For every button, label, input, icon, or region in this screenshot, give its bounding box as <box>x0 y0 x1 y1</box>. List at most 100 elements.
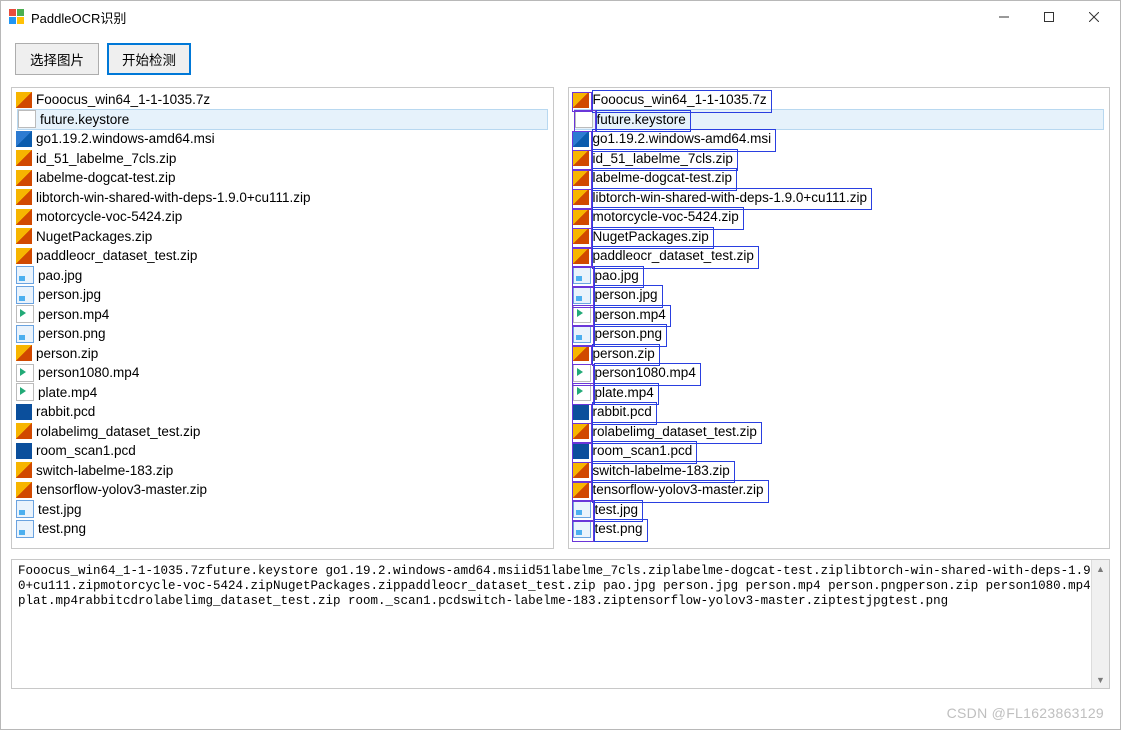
zip-file-icon <box>16 345 32 361</box>
file-row: motorcycle-voc-5424.zip <box>573 207 1106 227</box>
scroll-up-icon[interactable]: ▲ <box>1092 560 1109 577</box>
window-title: PaddleOCR识别 <box>31 8 981 27</box>
scroll-down-icon[interactable]: ▼ <box>1092 671 1109 688</box>
zip-file-icon <box>573 228 589 244</box>
file-name: person.jpg <box>38 285 101 305</box>
file-name: go1.19.2.windows-amd64.msi <box>593 129 772 149</box>
img-file-icon <box>16 500 34 518</box>
file-row: pao.jpg <box>573 266 1106 286</box>
zip-file-icon <box>573 482 589 498</box>
img-file-icon <box>573 286 591 304</box>
file-row: switch-labelme-183.zip <box>16 461 549 481</box>
zip-file-icon <box>16 228 32 244</box>
file-name: paddleocr_dataset_test.zip <box>593 246 754 266</box>
file-row: rolabelimg_dataset_test.zip <box>16 422 549 442</box>
toolbar: 选择图片 开始检测 <box>1 33 1120 87</box>
file-row: rabbit.pcd <box>16 402 549 422</box>
pcd-file-icon <box>573 404 589 420</box>
file-row: go1.19.2.windows-amd64.msi <box>16 129 549 149</box>
file-list: Fooocus_win64_1-1-1035.7zfuture.keystore… <box>12 88 553 541</box>
app-icon <box>9 9 25 25</box>
result-image: Fooocus_win64_1-1-1035.7zfuture.keystore… <box>568 87 1111 549</box>
file-name: go1.19.2.windows-amd64.msi <box>36 129 215 149</box>
zip-file-icon <box>573 248 589 264</box>
titlebar: PaddleOCR识别 <box>1 1 1120 33</box>
select-image-button[interactable]: 选择图片 <box>15 43 99 75</box>
file-row: person.mp4 <box>573 305 1106 325</box>
start-detect-button[interactable]: 开始检测 <box>107 43 191 75</box>
file-row: motorcycle-voc-5424.zip <box>16 207 549 227</box>
pcd-file-icon <box>16 404 32 420</box>
file-name: libtorch-win-shared-with-deps-1.9.0+cu11… <box>593 188 868 208</box>
img-file-icon <box>573 500 591 518</box>
maximize-button[interactable] <box>1026 2 1071 32</box>
file-row: rolabelimg_dataset_test.zip <box>573 422 1106 442</box>
file-name: person.png <box>595 324 663 344</box>
zip-file-icon <box>573 423 589 439</box>
file-row: NugetPackages.zip <box>573 227 1106 247</box>
zip-file-icon <box>573 462 589 478</box>
zip-file-icon <box>16 248 32 264</box>
mp4-file-icon <box>16 364 34 382</box>
file-row: room_scan1.pcd <box>16 441 549 461</box>
zip-file-icon <box>16 150 32 166</box>
file-name: person1080.mp4 <box>595 363 696 383</box>
file-name: labelme-dogcat-test.zip <box>593 168 733 188</box>
file-name: future.keystore <box>40 110 129 130</box>
file-name: person.jpg <box>595 285 658 305</box>
close-button[interactable] <box>1071 2 1116 32</box>
img-file-icon <box>573 266 591 284</box>
file-name: test.jpg <box>38 500 82 520</box>
zip-file-icon <box>573 150 589 166</box>
file-name: person.mp4 <box>595 305 666 325</box>
file-name: switch-labelme-183.zip <box>593 461 730 481</box>
file-row: future.keystore <box>574 109 1105 131</box>
file-row: Fooocus_win64_1-1-1035.7z <box>573 90 1106 110</box>
file-name: person.png <box>38 324 106 344</box>
file-name: motorcycle-voc-5424.zip <box>593 207 739 227</box>
ocr-output-text: Fooocus_win64_1-1-1035.7zfuture.keystore… <box>12 560 1109 613</box>
file-row: NugetPackages.zip <box>16 227 549 247</box>
file-name: pao.jpg <box>38 266 82 286</box>
file-row: paddleocr_dataset_test.zip <box>573 246 1106 266</box>
file-name: pao.jpg <box>595 266 639 286</box>
file-name: paddleocr_dataset_test.zip <box>36 246 197 266</box>
file-row: libtorch-win-shared-with-deps-1.9.0+cu11… <box>573 188 1106 208</box>
file-name: person.zip <box>593 344 655 364</box>
app-window: PaddleOCR识别 选择图片 开始检测 Fooocus_win64_1-1-… <box>0 0 1121 730</box>
zip-file-icon <box>573 189 589 205</box>
file-name: future.keystore <box>597 110 686 130</box>
file-row: test.jpg <box>16 500 549 520</box>
zip-file-icon <box>16 462 32 478</box>
file-row: person.png <box>573 324 1106 344</box>
img-file-icon <box>16 286 34 304</box>
minimize-button[interactable] <box>981 2 1026 32</box>
file-name: test.png <box>38 519 86 539</box>
msi-file-icon <box>573 131 589 147</box>
file-row: future.keystore <box>17 109 548 131</box>
file-name: rabbit.pcd <box>36 402 95 422</box>
file-name: motorcycle-voc-5424.zip <box>36 207 182 227</box>
ocr-output-textbox[interactable]: Fooocus_win64_1-1-1035.7zfuture.keystore… <box>11 559 1110 689</box>
file-name: rolabelimg_dataset_test.zip <box>36 422 200 442</box>
vertical-scrollbar[interactable]: ▲ ▼ <box>1091 560 1109 688</box>
mp4-file-icon <box>16 305 34 323</box>
zip-file-icon <box>16 189 32 205</box>
file-row: labelme-dogcat-test.zip <box>16 168 549 188</box>
zip-file-icon <box>573 209 589 225</box>
file-name: NugetPackages.zip <box>593 227 709 247</box>
file-row: labelme-dogcat-test.zip <box>573 168 1106 188</box>
file-row: plate.mp4 <box>16 383 549 403</box>
mp4-file-icon <box>573 383 591 401</box>
file-row: libtorch-win-shared-with-deps-1.9.0+cu11… <box>16 188 549 208</box>
file-row: id_51_labelme_7cls.zip <box>16 149 549 169</box>
img-file-icon <box>573 325 591 343</box>
img-file-icon <box>16 520 34 538</box>
result-image-panel: Fooocus_win64_1-1-1035.7zfuture.keystore… <box>568 87 1111 549</box>
file-row: person.jpg <box>16 285 549 305</box>
zip-file-icon <box>16 170 32 186</box>
7z-file-icon <box>16 92 32 108</box>
file-row: Fooocus_win64_1-1-1035.7z <box>16 90 549 110</box>
file-row: person.mp4 <box>16 305 549 325</box>
file-name: labelme-dogcat-test.zip <box>36 168 176 188</box>
